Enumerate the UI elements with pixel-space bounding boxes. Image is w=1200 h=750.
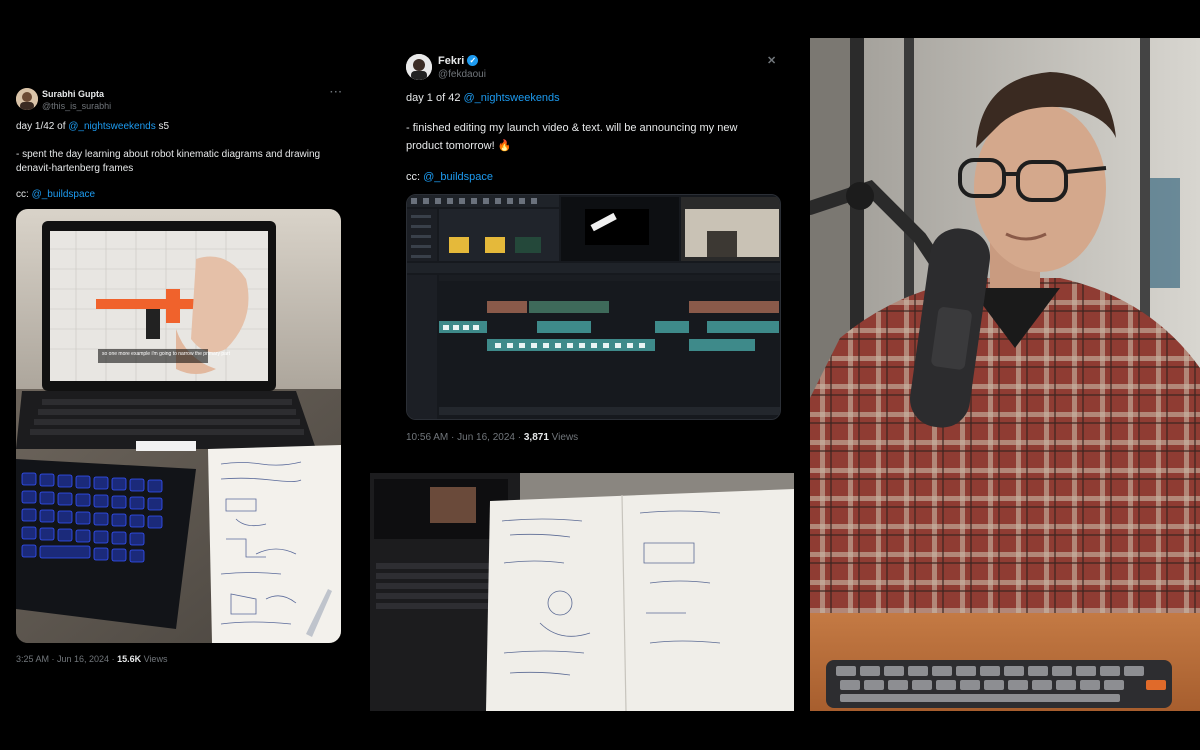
mention-link[interactable]: @_nightsweekends	[68, 121, 155, 132]
tweet-text-line: cc: @_buildspace	[16, 189, 96, 200]
mention-link[interactable]: @_buildspace	[32, 189, 96, 200]
mention-link[interactable]: @_nightsweekends	[464, 92, 560, 104]
tweet-timestamp[interactable]: 3:25 AM · Jun 16, 2024 · 15.6K Views	[16, 654, 167, 664]
mention-link[interactable]: @_buildspace	[423, 171, 493, 183]
editor-timeline-illustration	[407, 195, 780, 419]
notebook-photo	[370, 473, 794, 711]
tweet-timestamp[interactable]: 10:56 AM · Jun 16, 2024 · 3,871 Views	[406, 432, 578, 443]
author-handle[interactable]: @fekdaoui	[438, 69, 486, 80]
notebook-illustration	[370, 473, 794, 711]
view-count: 15.6K	[117, 654, 142, 664]
avatar[interactable]	[16, 88, 38, 110]
close-icon[interactable]: ✕	[767, 54, 777, 67]
avatar[interactable]	[406, 54, 432, 80]
tweet-text-line: denavit-hartenberg frames	[16, 163, 134, 174]
tweet-text-line: day 1 of 42 @_nightsweekends	[406, 92, 560, 104]
tweet-text-line: - finished editing my launch video & tex…	[406, 122, 738, 134]
tweet-text-line: day 1/42 of @_nightsweekends s5	[16, 121, 170, 132]
tweet-photo[interactable]: so one more example i'm going to narrow …	[16, 209, 341, 643]
webcam-feed	[810, 38, 1200, 711]
more-options-icon[interactable]: ···	[330, 87, 343, 98]
view-count: 3,871	[523, 432, 549, 443]
desk-photo-illustration: so one more example i'm going to narrow …	[16, 209, 341, 643]
tweet-text-line: - spent the day learning about robot kin…	[16, 149, 321, 160]
verified-badge-icon: ✓	[467, 55, 479, 66]
presenter-video-illustration	[810, 38, 1200, 711]
tweet-card-surabhi[interactable]: Surabhi Gupta @this_is_surabhi ··· day 1…	[0, 75, 360, 675]
tweet-text-line: cc: @_buildspace	[406, 171, 494, 183]
author-name[interactable]: Fekri ✓	[438, 55, 479, 67]
author-handle[interactable]: @this_is_surabhi	[42, 101, 111, 111]
video-editor-screenshot[interactable]	[406, 194, 781, 420]
video-caption: so one more example i'm going to narrow …	[102, 351, 231, 357]
author-name[interactable]: Surabhi Gupta	[42, 89, 104, 99]
tweet-text-line: product tomorrow! 🔥	[406, 140, 512, 152]
